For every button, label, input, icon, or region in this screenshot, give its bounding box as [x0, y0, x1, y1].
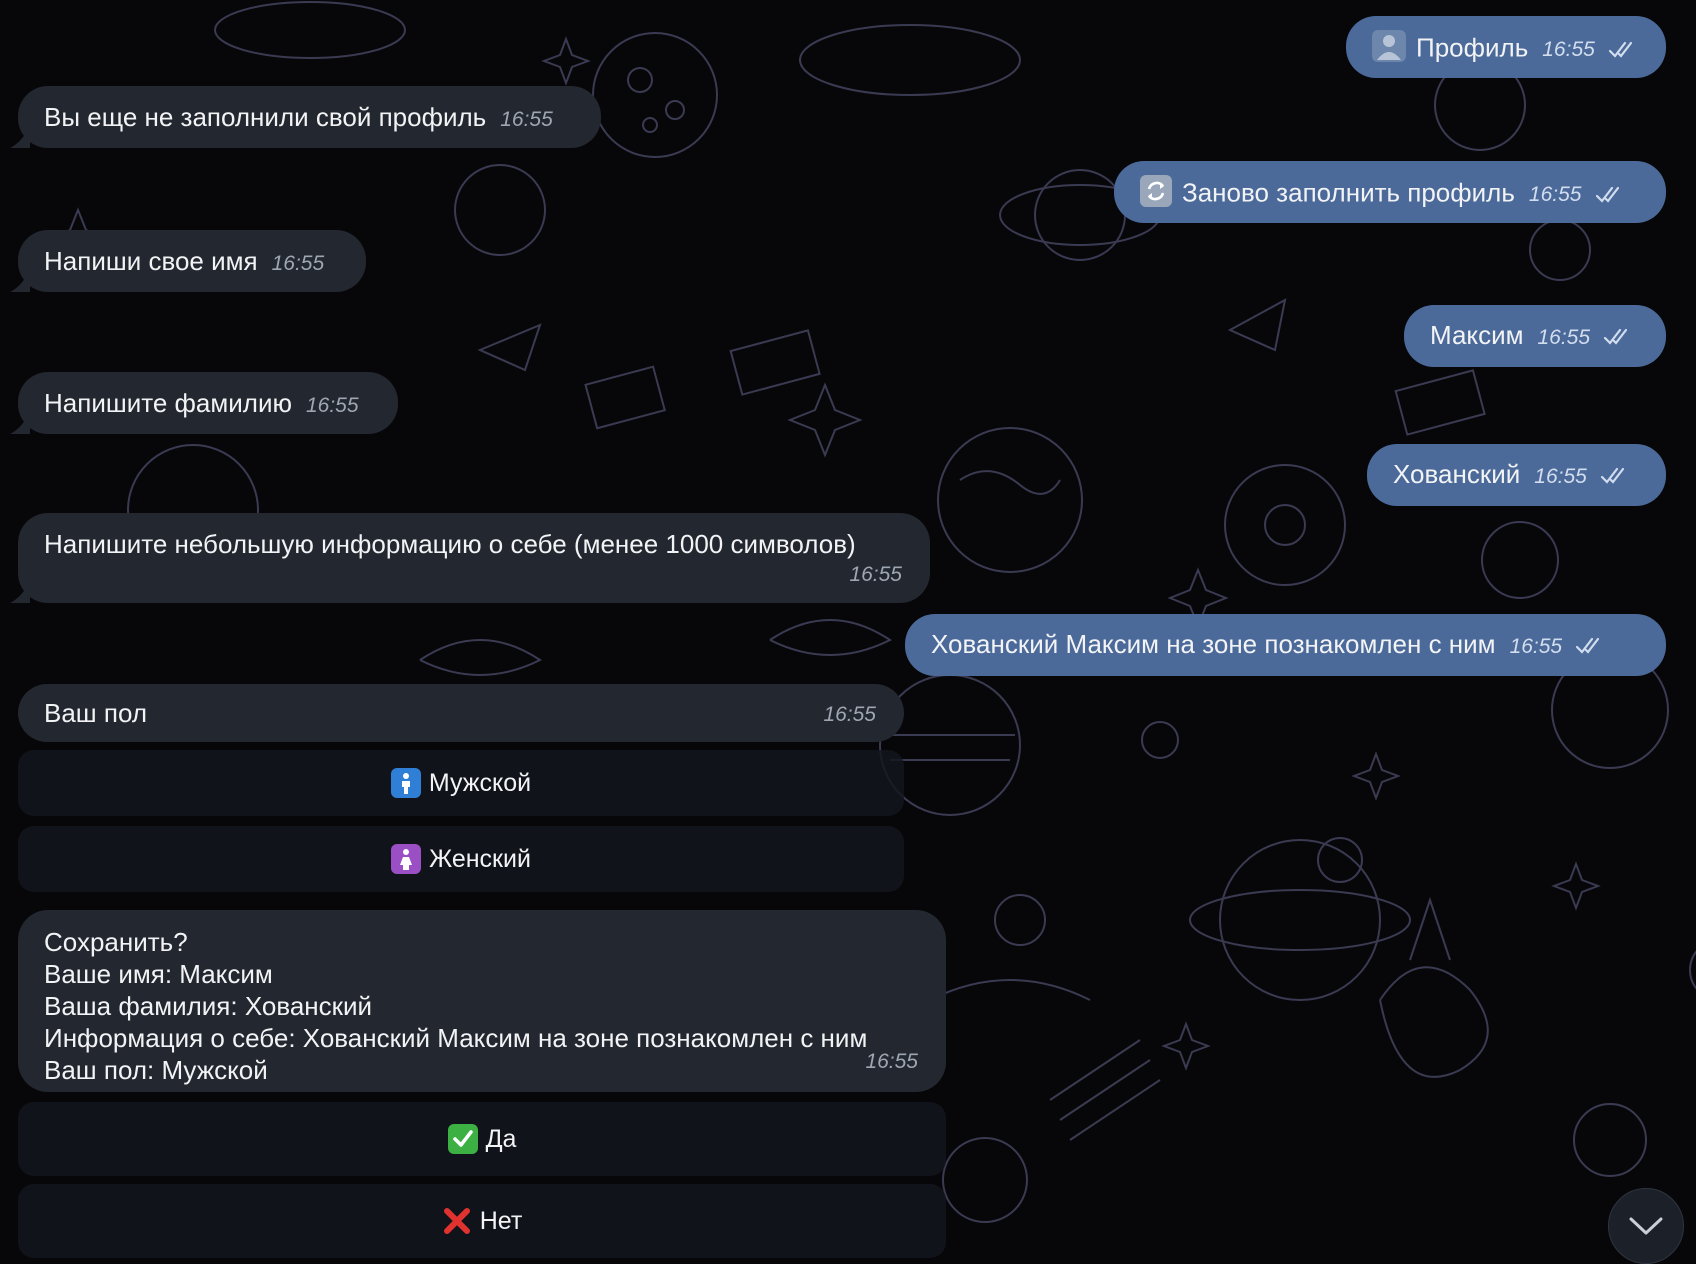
confirm-line: Ваш пол: Мужской: [44, 1055, 268, 1085]
confirm-yes-button[interactable]: Да: [18, 1102, 946, 1176]
message-time: 16:55: [271, 252, 325, 275]
message-text: Вы еще не заполнили свой профиль: [44, 102, 487, 132]
message-text: Профиль: [1416, 32, 1529, 63]
message-text: Заново заполнить профиль: [1182, 177, 1515, 208]
message-time: 16:55: [823, 703, 876, 726]
double-check-icon: [1600, 468, 1625, 484]
message-time: 16:55: [1537, 326, 1591, 349]
woman-symbol-icon: [391, 844, 422, 874]
message-text: Напишите фамилию: [44, 388, 292, 418]
gender-male-label: Мужской: [428, 768, 532, 797]
profile-silhouette-icon: [1372, 30, 1406, 69]
bubble-tail: [10, 270, 30, 292]
outgoing-message: Профиль 16:55: [1346, 16, 1666, 78]
cross-mark-icon: [442, 1206, 472, 1236]
message-text: Хованский: [1393, 459, 1521, 489]
incoming-message: Напиши свое имя 16:55: [18, 230, 366, 292]
chevron-down-icon: [1629, 1217, 1663, 1235]
message-time: 16:55: [1534, 465, 1587, 488]
double-check-icon: [1604, 329, 1628, 345]
confirm-line: Ваша фамилия: Хованский: [44, 991, 373, 1021]
message-time: 16:55: [1528, 183, 1582, 207]
incoming-message: Напишите фамилию 16:55: [18, 372, 398, 434]
incoming-message: Вы еще не заполнили свой профиль 16:55: [18, 86, 601, 148]
message-text: Максим: [1430, 320, 1524, 350]
confirm-message: Сохранить? Ваше имя: Максим Ваша фамилия…: [18, 910, 946, 1092]
message-text: Хованский Максим на зоне познакомлен с н…: [931, 629, 1496, 659]
outgoing-message: Заново заполнить профиль 16:55: [1114, 161, 1666, 223]
message-text: Ваш пол: [44, 698, 148, 728]
message-time: 16:55: [849, 563, 902, 586]
outgoing-message: Хованский 16:55: [1367, 444, 1666, 506]
confirm-line: Ваше имя: Максим: [44, 959, 273, 989]
message-text: Напиши свое имя: [44, 246, 258, 276]
message-time: 16:55: [305, 394, 359, 417]
gender-female-label: Женский: [429, 844, 531, 873]
double-check-icon: [1608, 41, 1633, 58]
refresh-icon: [1140, 175, 1172, 214]
double-check-icon: [1595, 186, 1619, 203]
bubble-tail: [10, 412, 30, 434]
confirm-yes-label: Да: [485, 1124, 517, 1153]
gender-male-button[interactable]: Мужской: [18, 750, 904, 816]
message-time: 16:55: [500, 108, 553, 131]
outgoing-message: Хованский Максим на зоне познакомлен с н…: [905, 614, 1666, 676]
confirm-no-label: Нет: [479, 1206, 523, 1235]
message-time: 16:55: [865, 1050, 918, 1073]
man-symbol-icon: [390, 768, 421, 798]
confirm-line: Сохранить?: [44, 927, 188, 957]
bubble-tail: [10, 581, 30, 603]
incoming-message: Напишите небольшую информацию о себе (ме…: [18, 513, 930, 603]
gender-female-button[interactable]: Женский: [18, 826, 904, 892]
outgoing-message: Максим 16:55: [1404, 305, 1666, 367]
bubble-tail: [10, 126, 30, 148]
message-time: 16:55: [1509, 635, 1563, 658]
incoming-message: Ваш пол 16:55: [18, 684, 904, 742]
message-text: Напишите небольшую информацию о себе (ме…: [44, 529, 856, 559]
check-mark-button-icon: [447, 1124, 478, 1154]
double-check-icon: [1576, 638, 1600, 654]
confirm-line: Информация о себе: Хованский Максим на з…: [44, 1023, 868, 1053]
scroll-to-bottom-button[interactable]: [1608, 1188, 1684, 1264]
message-time: 16:55: [1542, 38, 1595, 62]
confirm-no-button[interactable]: Нет: [18, 1184, 946, 1258]
